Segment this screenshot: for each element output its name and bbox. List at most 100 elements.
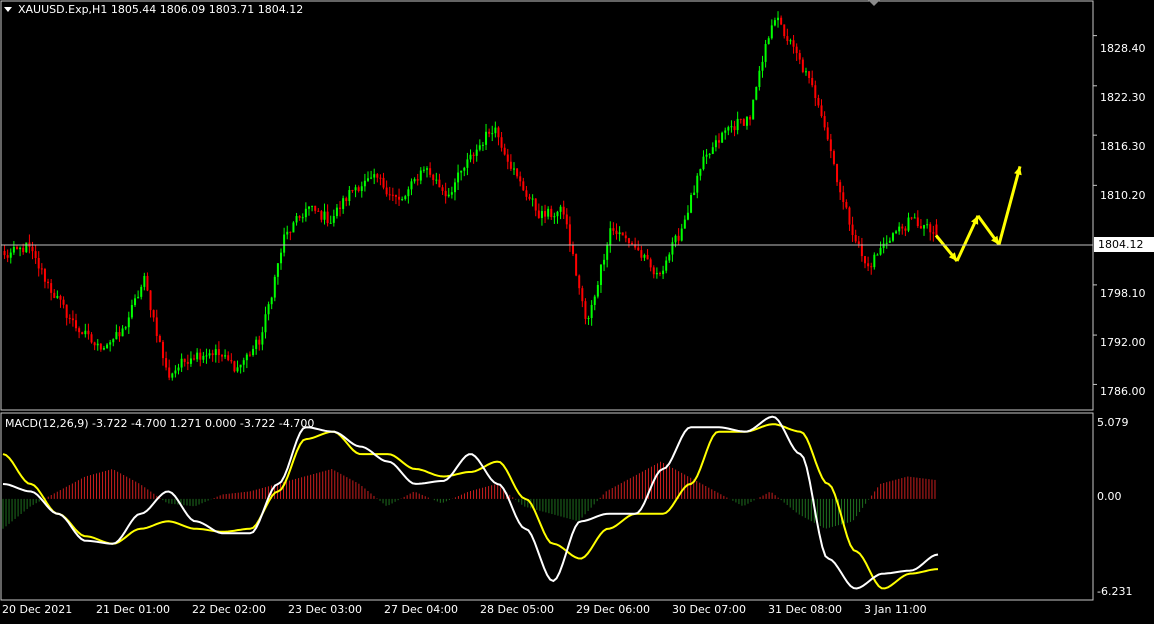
candle-bull bbox=[469, 154, 472, 160]
candle-bear bbox=[59, 295, 62, 300]
candle-bear bbox=[391, 194, 394, 196]
candle-bull bbox=[370, 177, 373, 179]
trading-chart[interactable]: XAUUSD.Exp,H1 1805.44 1806.09 1803.71 18… bbox=[0, 0, 1154, 620]
candle-bear bbox=[621, 232, 624, 236]
candle-bull bbox=[702, 156, 705, 170]
candle-bear bbox=[233, 361, 236, 372]
candle-bull bbox=[603, 259, 606, 265]
candle-bull bbox=[885, 242, 888, 244]
candle-bull bbox=[360, 186, 363, 191]
candle-bear bbox=[149, 290, 152, 311]
candle-bull bbox=[286, 231, 289, 235]
candle-bull bbox=[873, 254, 876, 268]
candle-bull bbox=[599, 264, 602, 285]
candle-bull bbox=[130, 305, 133, 318]
candle-bear bbox=[438, 179, 441, 188]
candle-bull bbox=[137, 296, 140, 299]
candle-bear bbox=[919, 226, 922, 229]
candle-bull bbox=[668, 254, 671, 261]
candle-bear bbox=[739, 118, 742, 120]
candle-bull bbox=[373, 174, 376, 178]
time-axis-label: 30 Dec 07:00 bbox=[672, 603, 746, 616]
candle-bear bbox=[820, 105, 823, 117]
candle-bear bbox=[935, 224, 938, 236]
candle-bear bbox=[74, 320, 77, 329]
candle-bull bbox=[547, 208, 550, 217]
candle-bear bbox=[749, 116, 752, 120]
candle-bull bbox=[705, 154, 708, 157]
candle-bear bbox=[441, 187, 444, 191]
candle-bull bbox=[25, 242, 28, 253]
candle-bull bbox=[9, 252, 12, 258]
candle-bear bbox=[631, 243, 634, 245]
candle-bear bbox=[845, 202, 848, 208]
candle-bear bbox=[932, 232, 935, 234]
price-axis-label: 1822.30 bbox=[1100, 91, 1146, 104]
candle-bear bbox=[783, 24, 786, 37]
candle-bull bbox=[12, 246, 15, 253]
candle-bear bbox=[814, 85, 817, 99]
candle-bull bbox=[655, 273, 658, 275]
candle-bull bbox=[764, 44, 767, 62]
candle-bull bbox=[671, 242, 674, 255]
candle-bear bbox=[43, 268, 46, 282]
candle-bear bbox=[733, 126, 736, 131]
candle-bear bbox=[612, 228, 615, 231]
candle-bear bbox=[624, 235, 627, 239]
candle-bull bbox=[239, 364, 242, 368]
candle-bear bbox=[289, 231, 292, 233]
candle-bear bbox=[22, 247, 25, 253]
candle-bear bbox=[186, 361, 189, 364]
candle-bull bbox=[888, 240, 891, 243]
candle-bull bbox=[475, 149, 478, 156]
time-axis-label: 21 Dec 01:00 bbox=[96, 603, 170, 616]
candle-bear bbox=[658, 273, 661, 275]
candle-bull bbox=[559, 206, 562, 212]
macd-axis-label: -6.231 bbox=[1097, 585, 1133, 598]
candle-bull bbox=[556, 211, 559, 217]
macd-axis-label: 5.079 bbox=[1097, 416, 1129, 429]
candle-bull bbox=[693, 192, 696, 196]
candle-bear bbox=[68, 317, 71, 319]
chart-canvas[interactable] bbox=[0, 0, 1154, 620]
candle-bull bbox=[923, 225, 926, 229]
candle-bull bbox=[593, 296, 596, 305]
candle-bull bbox=[307, 206, 310, 209]
candle-bull bbox=[252, 348, 255, 356]
time-axis-label: 27 Dec 04:00 bbox=[384, 603, 458, 616]
candle-bear bbox=[798, 53, 801, 60]
candle-bear bbox=[637, 247, 640, 251]
candle-bull bbox=[236, 367, 239, 372]
candle-bear bbox=[155, 317, 158, 336]
candle-bear bbox=[317, 210, 320, 212]
candle-bear bbox=[34, 251, 37, 258]
candle-bull bbox=[301, 217, 304, 219]
time-axis-label: 20 Dec 2021 bbox=[2, 603, 73, 616]
candle-bull bbox=[683, 219, 686, 229]
candle-bull bbox=[245, 354, 248, 361]
candle-bull bbox=[770, 25, 773, 39]
candle-bear bbox=[357, 187, 360, 192]
candle-bear bbox=[326, 211, 329, 224]
candle-bear bbox=[199, 352, 202, 360]
candle-bear bbox=[152, 310, 155, 318]
candle-bear bbox=[575, 254, 578, 276]
candle-bear bbox=[792, 40, 795, 47]
candle-bear bbox=[867, 263, 870, 267]
candle-bull bbox=[895, 231, 898, 234]
candle-bull bbox=[606, 245, 609, 260]
candle-bull bbox=[745, 116, 748, 126]
candle-bear bbox=[860, 244, 863, 257]
candle-bear bbox=[534, 198, 537, 211]
candle-bull bbox=[261, 332, 264, 345]
candle-bull bbox=[674, 235, 677, 243]
candle-bull bbox=[708, 153, 711, 155]
price-axis-label: 1786.00 bbox=[1100, 385, 1146, 398]
candle-bull bbox=[174, 370, 177, 374]
candle-bull bbox=[752, 99, 755, 120]
candle-bull bbox=[587, 318, 590, 320]
candle-bear bbox=[615, 230, 618, 235]
candle-bear bbox=[385, 187, 388, 195]
candle-bear bbox=[227, 355, 230, 361]
candle-bull bbox=[332, 216, 335, 223]
